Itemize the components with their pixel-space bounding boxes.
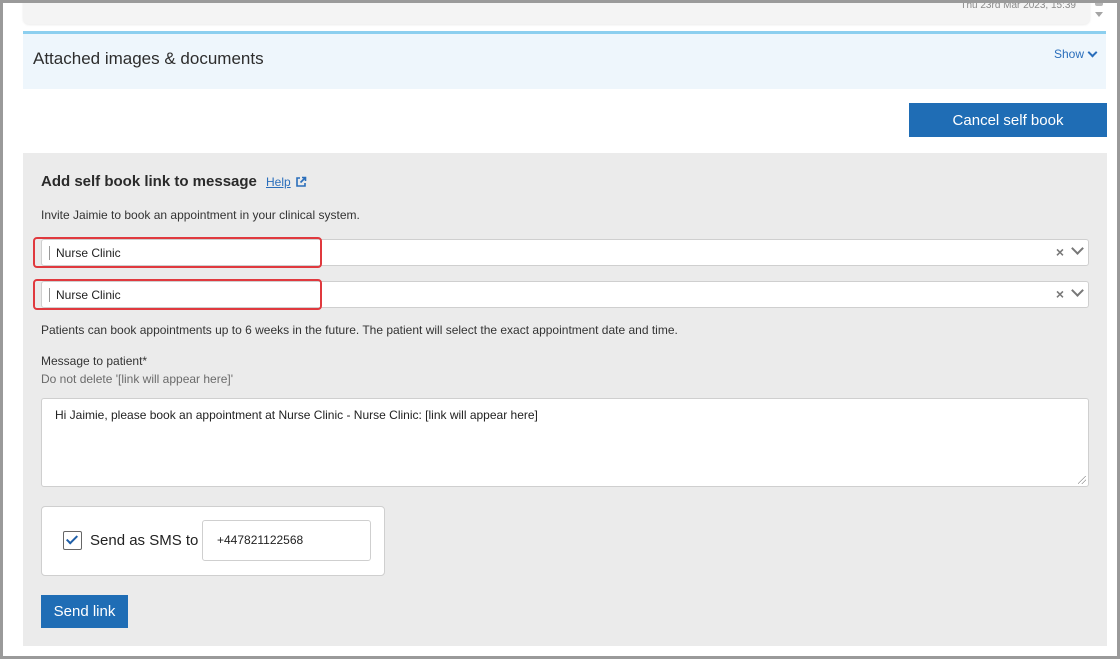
message-textarea[interactable]: Hi Jaimie, please book an appointment at… <box>41 398 1089 487</box>
help-link[interactable]: Help <box>266 175 307 189</box>
message-label: Message to patient* <box>41 354 148 368</box>
self-book-panel: Add self book link to message Help Invit… <box>23 153 1107 646</box>
checkmark-icon <box>65 532 79 545</box>
phone-number-input[interactable]: +447821122568 <box>202 520 371 561</box>
clear-icon[interactable]: × <box>1056 244 1064 260</box>
send-sms-checkbox[interactable] <box>63 531 82 550</box>
chevron-down-icon[interactable] <box>1071 284 1084 297</box>
send-link-button[interactable]: Send link <box>41 595 128 628</box>
attachments-title: Attached images & documents <box>33 49 264 68</box>
attachments-section: Attached images & documents Show <box>23 31 1106 89</box>
self-book-heading: Add self book link to message <box>41 173 257 190</box>
send-sms-label: Send as SMS to <box>90 532 199 549</box>
clinic-select-1-value: Nurse Clinic <box>49 246 121 260</box>
previous-message-card: Thu 23rd Mar 2023, 15:39 <box>23 0 1090 24</box>
scrollbar-thumb[interactable] <box>1095 0 1103 6</box>
message-text: Hi Jaimie, please book an appointment at… <box>55 408 538 422</box>
help-label: Help <box>266 175 291 189</box>
attachments-show-toggle[interactable]: Show <box>1053 47 1098 61</box>
message-hint: Do not delete '[link will appear here]' <box>41 372 234 386</box>
external-link-icon <box>295 176 306 187</box>
resize-handle-icon[interactable] <box>1078 476 1086 484</box>
chevron-down-icon[interactable] <box>1071 242 1084 255</box>
invite-text: Invite Jaimie to book an appointment in … <box>41 208 360 222</box>
scroll-down-icon[interactable] <box>1095 12 1103 17</box>
show-label: Show <box>1053 47 1084 61</box>
clinic-select-1[interactable]: Nurse Clinic × <box>41 239 1089 266</box>
clear-icon[interactable]: × <box>1056 286 1064 302</box>
chevron-down-icon <box>1087 47 1098 57</box>
clinic-select-2[interactable]: Nurse Clinic × <box>41 281 1089 308</box>
clinic-select-2-value: Nurse Clinic <box>49 288 121 302</box>
sms-option-box: Send as SMS to +447821122568 <box>41 506 385 576</box>
cancel-self-book-button[interactable]: Cancel self book <box>909 103 1107 137</box>
scrollbar[interactable] <box>1093 0 1105 22</box>
message-timestamp: Thu 23rd Mar 2023, 15:39 <box>960 0 1076 11</box>
booking-info-text: Patients can book appointments up to 6 w… <box>41 323 678 337</box>
